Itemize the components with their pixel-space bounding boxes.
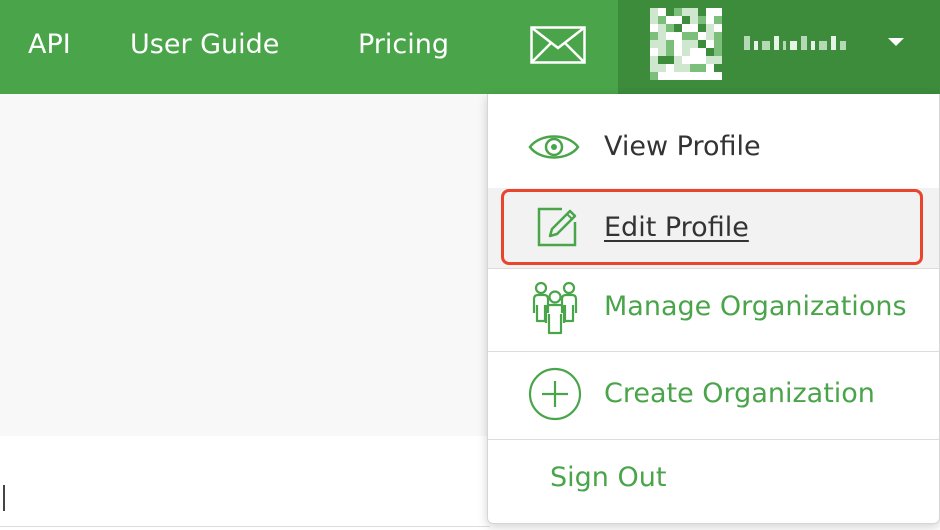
profile-dropdown: View Profile Edit Profile Manage Organiz… xyxy=(487,94,940,524)
plus-circle-icon xyxy=(528,367,582,421)
menu-item-label: Sign Out xyxy=(550,462,667,493)
user-menu-toggle[interactable] xyxy=(618,0,940,94)
nav-link-pricing[interactable]: Pricing xyxy=(358,27,449,63)
eye-icon xyxy=(528,135,580,159)
menu-item-label: Manage Organizations xyxy=(604,291,907,322)
people-group-icon xyxy=(532,281,578,335)
avatar xyxy=(650,8,722,80)
menu-item-sign-out[interactable]: Sign Out xyxy=(488,440,939,522)
menu-item-create-organization[interactable]: Create Organization xyxy=(488,352,939,438)
menu-item-label: View Profile xyxy=(604,131,761,162)
menu-item-manage-organizations[interactable]: Manage Organizations xyxy=(488,269,939,351)
caret-down-icon xyxy=(888,38,904,46)
username-blurred xyxy=(744,34,862,52)
menu-item-view-profile[interactable]: View Profile xyxy=(488,94,939,188)
envelope-icon[interactable] xyxy=(530,26,586,64)
text-caret xyxy=(3,485,5,511)
menu-item-label: Create Organization xyxy=(604,378,875,409)
highlight-box xyxy=(501,189,923,265)
divider xyxy=(0,526,490,527)
nav-link-api[interactable]: API xyxy=(28,27,71,63)
top-navbar: API User Guide Pricing xyxy=(0,0,940,94)
nav-link-user-guide[interactable]: User Guide xyxy=(130,27,279,63)
